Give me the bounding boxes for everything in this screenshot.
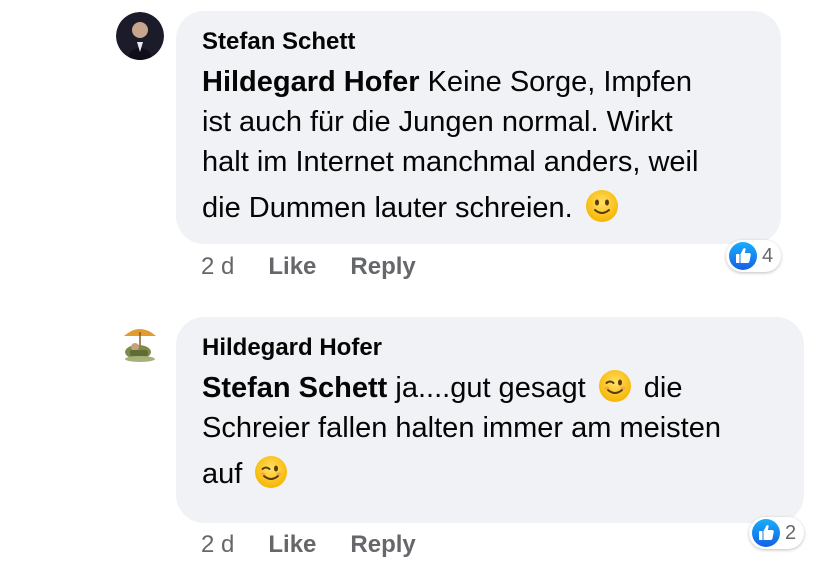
like-icon [752, 519, 780, 547]
comment-text: Stefan Schett ja....gut gesagt die Schre… [202, 368, 778, 500]
like-icon [729, 242, 757, 270]
comment-bubble: Hildegard Hofer Stefan Schett ja....gut … [176, 317, 804, 523]
reply-button[interactable]: Reply [350, 253, 415, 281]
comment-line: ja....gut gesagt [395, 372, 586, 404]
comment-line: halt im Internet manchmal anders, weil [202, 146, 699, 178]
mention-link[interactable]: Stefan Schett [202, 372, 387, 404]
timestamp[interactable]: 2 d [201, 531, 234, 559]
comment-author[interactable]: Stefan Schett [202, 11, 755, 57]
comment-actions: 2 d Like Reply [201, 531, 416, 559]
comment-author[interactable]: Hildegard Hofer [202, 317, 778, 363]
winking-face-icon [255, 456, 288, 488]
comment-text: Hildegard Hofer Keine Sorge, Impfen ist … [202, 62, 755, 234]
timestamp[interactable]: 2 d [201, 253, 234, 281]
comment-line: die Dummen lauter schreien. [202, 192, 573, 224]
comment-line: Schreier fallen halten immer am meisten [202, 412, 721, 444]
avatar-hildegard-hofer[interactable] [116, 318, 164, 366]
comment-bubble: Stefan Schett Hildegard Hofer Keine Sorg… [176, 11, 781, 244]
comment-actions: 2 d Like Reply [201, 253, 416, 281]
reaction-count: 2 [785, 521, 797, 544]
comment-line: auf [202, 458, 243, 490]
reaction-count: 4 [762, 244, 774, 267]
reaction-badge[interactable]: 4 [726, 240, 782, 272]
winking-face-icon [598, 370, 631, 402]
like-button[interactable]: Like [268, 253, 316, 281]
avatar-stefan-schett[interactable] [116, 12, 164, 60]
like-button[interactable]: Like [268, 531, 316, 559]
reply-button[interactable]: Reply [350, 531, 415, 559]
comment-line: Keine Sorge, Impfen [427, 66, 692, 98]
mention-link[interactable]: Hildegard Hofer [202, 66, 420, 98]
comment-line: ist auch für die Jungen normal. Wirkt [202, 106, 673, 138]
reaction-badge[interactable]: 2 [749, 517, 805, 549]
comment-line: die [643, 372, 683, 404]
slightly-smiling-face-icon [585, 190, 618, 222]
